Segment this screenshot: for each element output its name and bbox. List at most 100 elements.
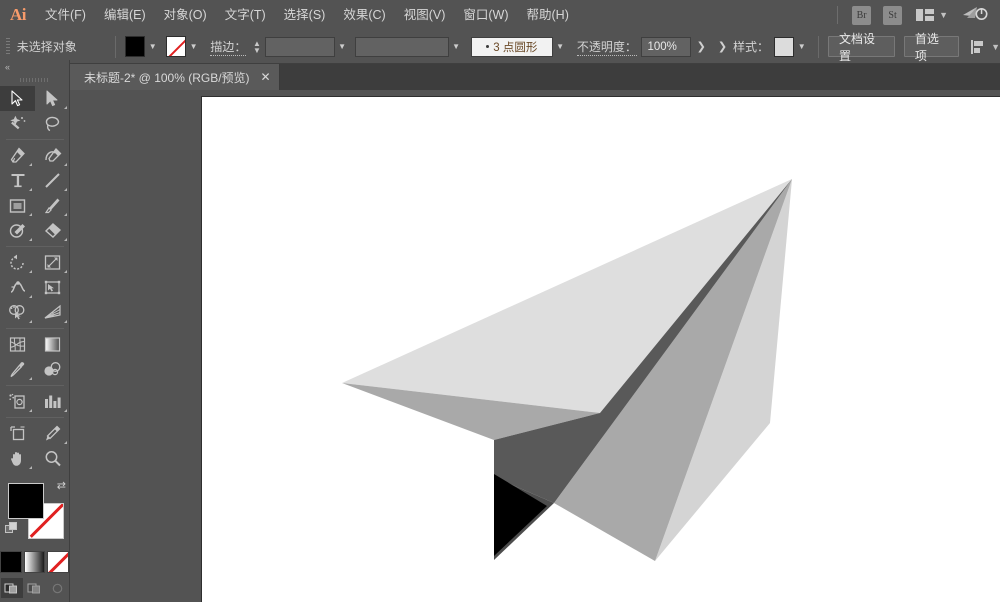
brush-dot-icon: [486, 45, 490, 48]
stock-button[interactable]: St: [883, 5, 903, 25]
tools-panel: « ⇄: [0, 60, 70, 602]
canvas-area[interactable]: [70, 90, 1000, 602]
tool-direct-selection[interactable]: [35, 86, 70, 111]
workspace-switcher-icon[interactable]: [962, 5, 988, 26]
menu-type[interactable]: 文字(T): [216, 0, 275, 30]
align-chevron-down-icon[interactable]: ▼: [991, 42, 1000, 52]
swap-fill-stroke-icon[interactable]: ⇄: [57, 479, 66, 492]
control-divider: [114, 35, 116, 58]
illustrator-window: Ai 文件(F) 编辑(E) 对象(O) 文字(T) 选择(S) 效果(C) 视…: [0, 0, 1000, 602]
tool-group-indicator-icon: [64, 238, 67, 241]
control-bar-grip[interactable]: [6, 37, 10, 56]
tools-divider-3: [6, 328, 64, 329]
tool-eyedropper[interactable]: [0, 357, 35, 382]
menu-view[interactable]: 视图(V): [395, 0, 455, 30]
close-icon[interactable]: ✕: [261, 71, 271, 83]
preferences-button[interactable]: 首选项: [903, 32, 960, 63]
tool-rotate[interactable]: [0, 250, 35, 275]
mode-color[interactable]: [0, 551, 22, 573]
graphic-style-swatch[interactable]: [773, 36, 795, 57]
arrange-documents-icon[interactable]: ▼: [916, 9, 948, 21]
tool-mesh[interactable]: [0, 332, 35, 357]
tools-grid: [0, 86, 70, 471]
stroke-profile-input[interactable]: [355, 36, 449, 57]
color-mode-row: [0, 551, 70, 573]
tool-eraser[interactable]: [35, 218, 70, 243]
tool-paintbrush[interactable]: [35, 193, 70, 218]
stroke-profile-chevron-down-icon[interactable]: ▼: [449, 36, 464, 57]
tool-group-indicator-icon: [64, 188, 67, 191]
paper-plane-final[interactable]: [202, 97, 1000, 602]
tool-zoom[interactable]: [35, 446, 70, 471]
document-setup-button[interactable]: 文档设置: [828, 32, 895, 63]
brush-chevron-down-icon[interactable]: ▼: [553, 36, 568, 57]
tool-shaper[interactable]: [0, 218, 35, 243]
fill-color-indicator[interactable]: [8, 483, 44, 519]
fill-color-swatch[interactable]: [124, 36, 146, 57]
tool-blend[interactable]: [35, 357, 70, 382]
stroke-weight-input[interactable]: [265, 36, 335, 57]
menu-divider: [837, 6, 839, 24]
menu-bar-right-cluster: Br St ▼: [829, 0, 1000, 30]
tool-group-indicator-icon: [29, 238, 32, 241]
mode-none[interactable]: [47, 551, 70, 573]
tool-rectangle[interactable]: [0, 193, 35, 218]
tool-column-graph[interactable]: [35, 389, 70, 414]
menu-object[interactable]: 对象(O): [155, 0, 216, 30]
style-chevron-down-icon[interactable]: ▼: [794, 36, 809, 57]
tool-group-indicator-icon: [64, 213, 67, 216]
tool-group-indicator-icon: [29, 466, 32, 469]
menu-help[interactable]: 帮助(H): [518, 0, 578, 30]
tool-scale[interactable]: [35, 250, 70, 275]
menu-window[interactable]: 窗口(W): [454, 0, 517, 30]
tool-magic-wand[interactable]: [0, 111, 35, 136]
document-tab[interactable]: 未标题-2* @ 100% (RGB/预览) ✕: [70, 64, 280, 90]
draw-behind[interactable]: [24, 578, 46, 598]
opacity-input[interactable]: 100%: [641, 36, 691, 57]
fill-stroke-control: ⇄: [0, 477, 70, 549]
tool-pen[interactable]: [0, 143, 35, 168]
tools-divider: [6, 139, 64, 140]
tool-group-indicator-icon: [64, 106, 67, 109]
collapse-panel-icon[interactable]: «: [0, 60, 69, 74]
opacity-expand-chevron-right-icon[interactable]: ❯: [691, 40, 712, 53]
tool-gradient[interactable]: [35, 332, 70, 357]
tool-line-segment[interactable]: [35, 168, 70, 193]
tool-hand[interactable]: [0, 446, 35, 471]
tool-curvature[interactable]: [35, 143, 70, 168]
artboard[interactable]: [202, 97, 1000, 602]
tool-group-indicator-icon: [64, 441, 67, 444]
tool-artboard[interactable]: [0, 421, 35, 446]
menu-file[interactable]: 文件(F): [36, 0, 95, 30]
tool-perspective-grid[interactable]: [35, 300, 70, 325]
draw-inside[interactable]: [47, 578, 69, 598]
tool-selection[interactable]: [0, 86, 35, 111]
menu-select[interactable]: 选择(S): [275, 0, 335, 30]
menu-edit[interactable]: 编辑(E): [95, 0, 155, 30]
tool-lasso[interactable]: [35, 111, 70, 136]
align-objects-icon[interactable]: [971, 39, 986, 54]
control-overflow-chevron-right-icon[interactable]: ❯: [712, 40, 733, 53]
document-tab-bar: 未标题-2* @ 100% (RGB/预览) ✕: [70, 64, 1000, 90]
brush-definition-label: 3 点圆形: [493, 41, 538, 54]
default-fill-stroke-icon[interactable]: [5, 522, 18, 535]
tool-type[interactable]: [0, 168, 35, 193]
document-tab-title: 未标题-2* @ 100% (RGB/预览): [84, 70, 250, 85]
tool-shape-builder[interactable]: [0, 300, 35, 325]
brush-definition-select[interactable]: 3 点圆形: [470, 36, 553, 57]
menu-effect[interactable]: 效果(C): [334, 0, 394, 30]
fill-dropdown-chevron-down-icon[interactable]: ▼: [145, 36, 160, 57]
stroke-weight-chevron-down-icon[interactable]: ▼: [335, 36, 350, 57]
draw-normal[interactable]: [0, 578, 23, 598]
tool-width[interactable]: [0, 275, 35, 300]
stroke-dropdown-chevron-down-icon[interactable]: ▼: [186, 36, 201, 57]
stroke-color-swatch[interactable]: [165, 36, 187, 57]
tools-panel-grip[interactable]: [0, 74, 69, 86]
tool-symbol-sprayer[interactable]: [0, 389, 35, 414]
tool-group-indicator-icon: [29, 188, 32, 191]
stroke-weight-stepper[interactable]: ▲ ▼: [252, 37, 262, 57]
mode-gradient[interactable]: [23, 551, 46, 573]
tool-slice[interactable]: [35, 421, 70, 446]
tool-free-transform[interactable]: [35, 275, 70, 300]
bridge-button[interactable]: Br: [852, 5, 872, 25]
